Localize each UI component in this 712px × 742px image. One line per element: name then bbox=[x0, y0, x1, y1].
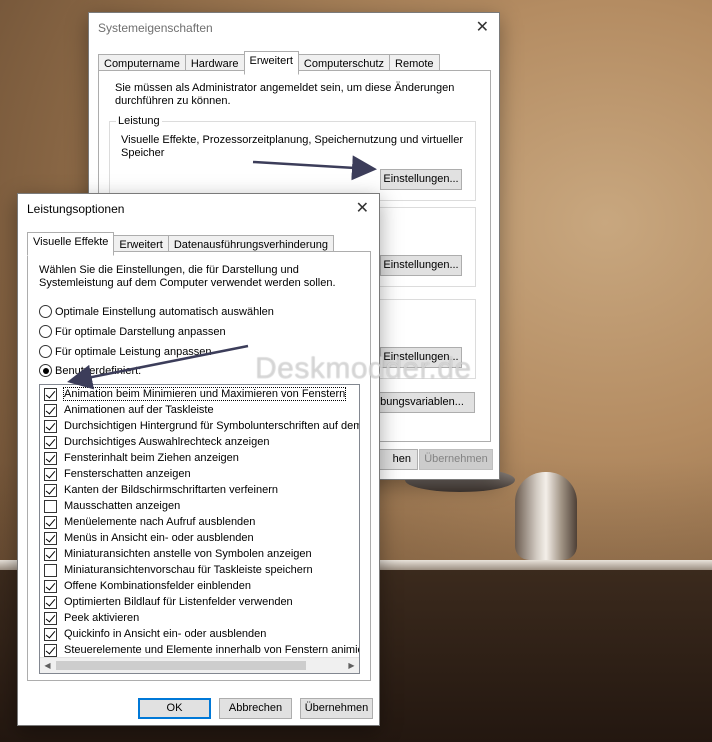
checkbox[interactable] bbox=[44, 531, 57, 545]
close-icon[interactable]: ✕ bbox=[476, 17, 489, 37]
checkbox[interactable] bbox=[44, 387, 57, 401]
radio-custom[interactable]: Benutzerdefiniert: bbox=[39, 364, 141, 377]
checkbox[interactable] bbox=[44, 403, 57, 417]
window-title: Systemeigenschaften bbox=[98, 21, 213, 35]
apply-button[interactable]: Übernehmen bbox=[300, 698, 373, 719]
checkbox[interactable] bbox=[44, 499, 57, 513]
scroll-right-icon[interactable]: ▶ bbox=[344, 658, 359, 673]
list-item-label: Miniaturansichten anstelle von Symbolen … bbox=[64, 548, 312, 560]
list-item-label: Peek aktivieren bbox=[64, 612, 140, 624]
list-item[interactable]: Durchsichtigen Hintergrund für Symbolunt… bbox=[44, 418, 360, 434]
checkbox[interactable] bbox=[44, 643, 57, 657]
close-icon-perf[interactable]: ✕ bbox=[356, 198, 369, 218]
list-item-label: Miniaturansichtenvorschau für Taskleiste… bbox=[64, 564, 313, 576]
visual-effects-list[interactable]: Animation beim Minimieren und Maximieren… bbox=[39, 384, 360, 674]
checkbox[interactable] bbox=[44, 467, 57, 481]
titlebar-perf: Leistungsoptionen ✕ bbox=[18, 194, 379, 222]
list-item[interactable]: Fensterinhalt beim Ziehen anzeigen bbox=[44, 450, 239, 466]
list-item[interactable]: Menüs in Ansicht ein- oder ausblenden bbox=[44, 530, 254, 546]
list-item-label: Animationen auf der Taskleiste bbox=[64, 404, 214, 416]
radio-custom-circle[interactable] bbox=[39, 364, 52, 377]
radio-best-performance-circle[interactable] bbox=[39, 345, 52, 358]
scroll-left-icon[interactable]: ◀ bbox=[40, 658, 55, 673]
list-item[interactable]: Optimierten Bildlauf für Listenfelder ve… bbox=[44, 594, 293, 610]
leistung-description: Visuelle Effekte, Prozessorzeitplanung, … bbox=[121, 134, 464, 159]
radio-auto-circle[interactable] bbox=[39, 305, 52, 318]
list-item-label: Offene Kombinationsfelder einblenden bbox=[64, 580, 251, 592]
list-item-label: Menüelemente nach Aufruf ausblenden bbox=[64, 516, 256, 528]
list-item[interactable]: Quickinfo in Ansicht ein- oder ausblende… bbox=[44, 626, 266, 642]
group-leistung: Leistung Visuelle Effekte, Prozessorzeit… bbox=[109, 115, 476, 201]
titlebar: Systemeigenschaften ✕ bbox=[89, 13, 499, 41]
list-item-label: Mausschatten anzeigen bbox=[64, 500, 181, 512]
apply-button-system: Übernehmen bbox=[419, 449, 493, 470]
list-item-label: Menüs in Ansicht ein- oder ausblenden bbox=[64, 532, 254, 544]
tab-visual-effects[interactable]: Visuelle Effekte bbox=[27, 232, 115, 256]
window-title-perf: Leistungsoptionen bbox=[27, 202, 125, 216]
list-item[interactable]: Miniaturansichten anstelle von Symbolen … bbox=[44, 546, 312, 562]
list-item[interactable]: Animationen auf der Taskleiste bbox=[44, 402, 214, 418]
list-item[interactable]: Offene Kombinationsfelder einblenden bbox=[44, 578, 251, 594]
settings-button-performance[interactable]: Einstellungen... bbox=[380, 169, 462, 190]
list-item-label: Fensterinhalt beim Ziehen anzeigen bbox=[64, 452, 239, 464]
horizontal-scrollbar[interactable]: ◀ ▶ bbox=[40, 657, 359, 673]
list-item-label: Quickinfo in Ansicht ein- oder ausblende… bbox=[64, 628, 267, 640]
checkbox[interactable] bbox=[44, 547, 57, 561]
checkbox[interactable] bbox=[44, 419, 57, 433]
list-item[interactable]: Durchsichtiges Auswahlrechteck anzeigen bbox=[44, 434, 269, 450]
checkbox[interactable] bbox=[44, 595, 57, 609]
settings-button-profiles[interactable]: Einstellungen... bbox=[380, 255, 462, 276]
list-item-label: Optimierten Bildlauf für Listenfelder ve… bbox=[64, 596, 293, 608]
list-item-label: Fensterschatten anzeigen bbox=[64, 468, 191, 480]
vase bbox=[515, 472, 577, 560]
checkbox[interactable] bbox=[44, 435, 57, 449]
list-item[interactable]: Fensterschatten anzeigen bbox=[44, 466, 191, 482]
checkbox[interactable] bbox=[44, 451, 57, 465]
checkbox[interactable] bbox=[44, 627, 57, 641]
radio-best-appearance-circle[interactable] bbox=[39, 325, 52, 338]
list-item-label: Animation beim Minimieren und Maximieren… bbox=[62, 387, 347, 401]
checkbox[interactable] bbox=[44, 611, 57, 625]
admin-note: Sie müssen als Administrator angemeldet … bbox=[115, 82, 455, 107]
list-item[interactable]: Peek aktivieren bbox=[44, 610, 139, 626]
list-item[interactable]: Kanten der Bildschirmschriftarten verfei… bbox=[44, 482, 278, 498]
list-item-label: Steuerelemente und Elemente innerhalb vo… bbox=[64, 644, 360, 656]
cancel-button[interactable]: Abbrechen bbox=[219, 698, 292, 719]
list-item[interactable]: Menüelemente nach Aufruf ausblenden bbox=[44, 514, 255, 530]
radio-best-performance[interactable]: Für optimale Leistung anpassen bbox=[39, 345, 212, 358]
intro-text: Wählen Sie die Einstellungen, die für Da… bbox=[39, 264, 336, 289]
performance-options-window: Leistungsoptionen ✕ Visuelle Effekte Erw… bbox=[17, 193, 380, 726]
settings-button-startup[interactable]: Einstellungen... bbox=[380, 347, 462, 368]
checkbox[interactable] bbox=[44, 483, 57, 497]
ok-button[interactable]: OK bbox=[138, 698, 211, 719]
checkbox[interactable] bbox=[44, 579, 57, 593]
tab-erweitert[interactable]: Erweitert bbox=[243, 51, 299, 75]
list-item[interactable]: Animation beim Minimieren und Maximieren… bbox=[44, 386, 347, 402]
list-item-label: Durchsichtigen Hintergrund für Symbolunt… bbox=[64, 420, 360, 432]
radio-auto[interactable]: Optimale Einstellung automatisch auswähl… bbox=[39, 305, 274, 318]
scroll-thumb[interactable] bbox=[56, 661, 306, 670]
list-item-label: Durchsichtiges Auswahlrechteck anzeigen bbox=[64, 436, 270, 448]
group-label-leistung: Leistung bbox=[116, 115, 162, 127]
radio-best-appearance[interactable]: Für optimale Darstellung anpassen bbox=[39, 325, 226, 338]
environment-variables-button[interactable]: bungsvariablen... bbox=[369, 392, 475, 413]
list-item[interactable]: Steuerelemente und Elemente innerhalb vo… bbox=[44, 642, 360, 658]
checkbox[interactable] bbox=[44, 515, 57, 529]
checkbox[interactable] bbox=[44, 563, 57, 577]
list-item[interactable]: Mausschatten anzeigen bbox=[44, 498, 180, 514]
list-item-label: Kanten der Bildschirmschriftarten verfei… bbox=[64, 484, 278, 496]
list-item[interactable]: Miniaturansichtenvorschau für Taskleiste… bbox=[44, 562, 313, 578]
